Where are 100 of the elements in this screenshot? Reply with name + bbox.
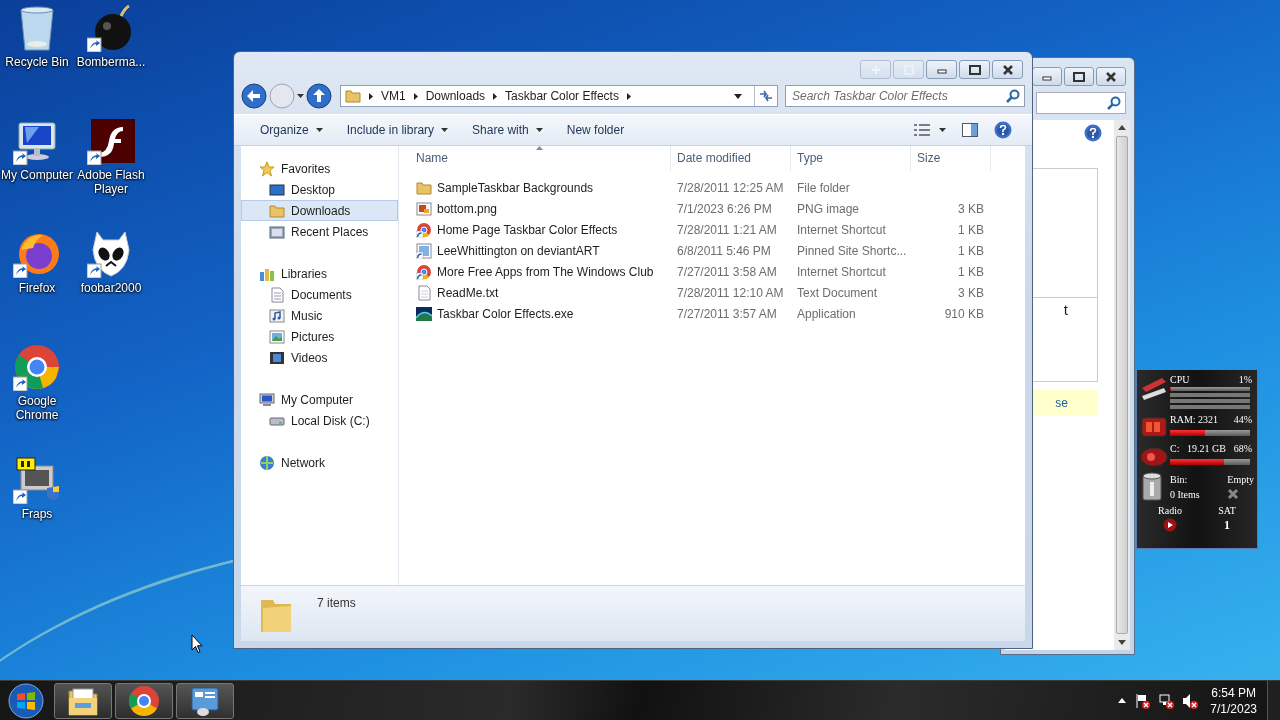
sidebar-item[interactable]: Favorites <box>241 158 398 179</box>
meter-reading: 68% <box>1233 443 1252 456</box>
date-cell-text: 7/28/2011 12:10 AM <box>676 285 785 300</box>
x-icon <box>1227 488 1240 501</box>
search-field[interactable] <box>1036 92 1126 114</box>
radio-label: Radio <box>1158 505 1182 516</box>
type-cell-text: Internet Shortcut <box>796 264 887 279</box>
date-cell-text: 7/28/2011 1:21 AM <box>676 222 778 237</box>
date-cell-text: 6/8/2011 5:46 PM <box>676 243 772 258</box>
meter-label: C: <box>1170 443 1180 456</box>
maximize-button[interactable] <box>1064 67 1094 86</box>
speaker-icon[interactable] <box>1182 692 1199 709</box>
scrollbar[interactable] <box>1114 120 1130 650</box>
size-cell-text: 910 KB <box>943 306 985 321</box>
caret-icon <box>535 128 543 132</box>
toolbar-button[interactable]: Share with <box>460 119 555 141</box>
desktop-icon-label[interactable]: Google Chrome <box>0 394 74 422</box>
network-icon[interactable] <box>1158 692 1175 709</box>
size-cell-text: 1 KB <box>957 222 985 237</box>
show-hidden-icons-button[interactable] <box>1118 698 1127 703</box>
up-button[interactable] <box>306 83 332 109</box>
sidebar-item[interactable]: Music <box>241 305 398 326</box>
film-icon <box>269 349 285 366</box>
play-button[interactable] <box>1163 518 1177 532</box>
desktop-icon-label[interactable]: My Computer <box>0 168 74 182</box>
date-number: 1 <box>1224 518 1230 533</box>
list-view-icon <box>914 124 930 136</box>
desktop-icon-label[interactable]: Fraps <box>0 507 74 521</box>
bin-status: Empty <box>1227 473 1254 485</box>
desktop-icon-label[interactable]: Firefox <box>0 281 74 295</box>
help-icon <box>1084 124 1102 142</box>
breadcrumb-item[interactable]: Downloads <box>425 89 486 103</box>
close-button[interactable] <box>992 60 1023 79</box>
flag-icon[interactable] <box>1134 692 1151 709</box>
toolbar-button[interactable]: Include in library <box>334 119 461 141</box>
scroll-up-arrow-icon <box>1118 125 1126 130</box>
notice-link[interactable]: se <box>1055 396 1068 410</box>
search-icon <box>1006 89 1020 103</box>
taskbar-button[interactable] <box>115 682 173 719</box>
desktop-icon <box>269 181 285 198</box>
file-name[interactable]: ReadMe.txt <box>437 285 499 300</box>
desktop-icon-label[interactable]: Recycle Bin <box>0 55 74 69</box>
scroll-down-arrow-icon <box>1118 640 1126 645</box>
document-icon <box>269 286 285 303</box>
monitor-shield-icon <box>13 456 61 504</box>
maximize-icon <box>967 63 982 76</box>
file-name[interactable]: LeeWhittington on deviantART <box>437 243 600 258</box>
column-header[interactable]: Size <box>911 146 991 171</box>
sidebar-item[interactable]: Videos <box>241 347 398 368</box>
sidebar-item[interactable]: Network <box>241 452 398 473</box>
sidebar-item[interactable]: Documents <box>241 284 398 305</box>
back-button[interactable] <box>241 83 267 109</box>
taskbar-button[interactable] <box>176 682 234 719</box>
image-file-icon <box>416 200 432 217</box>
breadcrumb-item[interactable]: Taskbar Color Effects <box>505 89 619 103</box>
clock[interactable]: 6:54 PM 7/1/2023 <box>1210 684 1257 717</box>
sidebar-item[interactable]: Pictures <box>241 326 398 347</box>
maximize-button[interactable] <box>959 60 990 79</box>
sidebar-item[interactable]: Downloads <box>241 200 398 221</box>
item-count: 7 items <box>317 596 356 610</box>
folder-icon <box>269 202 285 219</box>
file-name[interactable]: More Free Apps from The Windows Club <box>437 264 654 279</box>
breadcrumb-item[interactable]: VM1 <box>381 89 406 103</box>
sidebar-item[interactable]: Desktop <box>241 179 398 200</box>
toolbar-button[interactable]: Organize <box>248 119 335 141</box>
desktop-icon-label[interactable]: Bomberma... <box>74 55 148 69</box>
meter-value: 19.21 GB <box>1187 443 1226 456</box>
sidebar-item[interactable]: Local Disk (C:) <box>241 410 398 431</box>
sidebar-item[interactable]: My Computer <box>241 389 398 410</box>
bin-label: Bin: <box>1170 473 1189 485</box>
file-name[interactable]: Taskbar Color Effects.exe <box>437 306 574 321</box>
scroll-thumb[interactable] <box>1116 136 1128 634</box>
bin-count: 0 Items <box>1170 488 1201 500</box>
desktop-icon-label[interactable]: Adobe Flash Player <box>74 168 148 196</box>
sidebar-item[interactable]: Libraries <box>241 263 398 284</box>
start-button[interactable] <box>6 680 46 720</box>
column-header[interactable]: Type <box>791 146 911 171</box>
file-name[interactable]: Home Page Taskbar Color Effects <box>437 222 618 237</box>
sidebar-item[interactable]: Recent Places <box>241 221 398 242</box>
caret-icon <box>939 128 946 132</box>
date-cell-text: 7/1/2023 6:26 PM <box>676 201 773 216</box>
caret-icon <box>441 128 449 132</box>
square-icon <box>901 63 916 76</box>
date-cell-text: 7/27/2011 3:58 AM <box>676 264 778 279</box>
meter-reading: 1% <box>1238 374 1252 385</box>
application-icon <box>416 305 432 322</box>
help-icon <box>994 121 1012 139</box>
column-header[interactable]: Date modified <box>671 146 791 171</box>
file-name[interactable]: bottom.png <box>437 201 498 216</box>
search-field[interactable]: Search Taskbar Color Effects <box>785 85 1025 107</box>
close-button[interactable] <box>1096 67 1126 86</box>
desktop-icon-label[interactable]: foobar2000 <box>74 281 148 295</box>
file-name[interactable]: SampleTaskbar Backgrounds <box>437 180 594 195</box>
minimize-button[interactable] <box>1032 67 1062 86</box>
type-cell-text: File folder <box>796 180 851 195</box>
shortcut-icon <box>416 242 432 259</box>
toolbar-button[interactable]: New folder <box>554 119 637 141</box>
pane-icon <box>962 123 978 137</box>
taskbar-button[interactable] <box>54 682 112 719</box>
sort-arrow-icon <box>536 146 543 150</box>
